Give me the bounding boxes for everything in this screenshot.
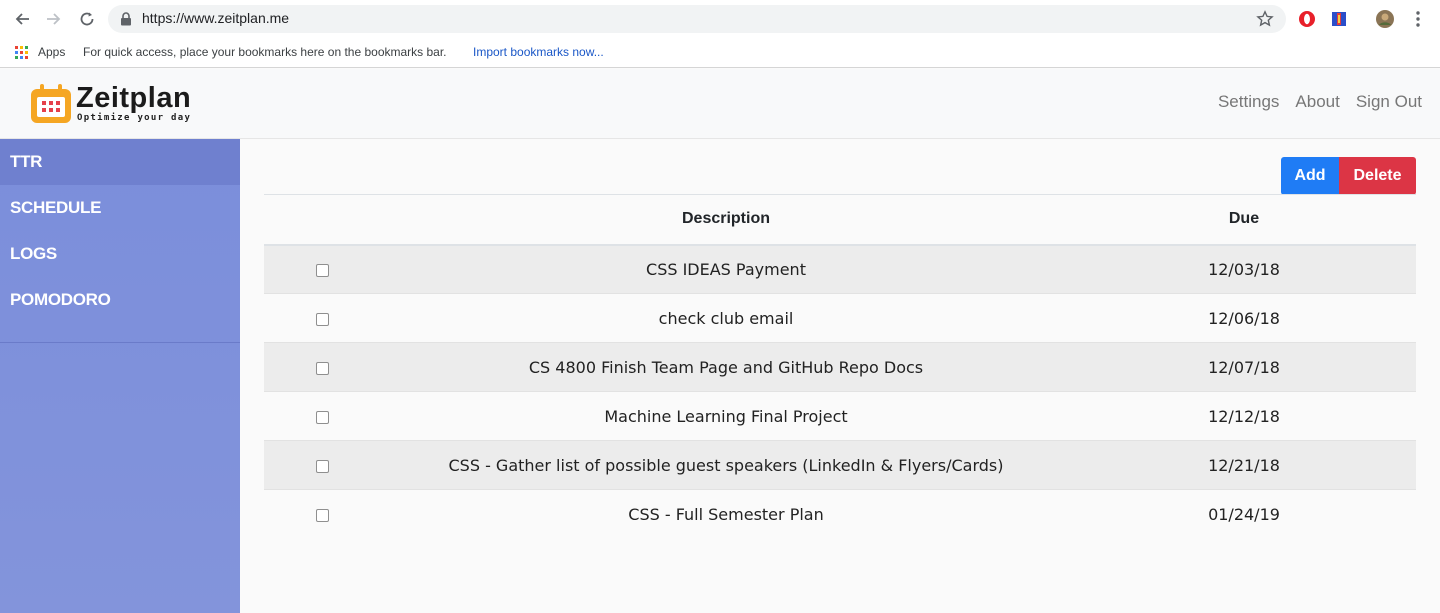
- row-checkbox[interactable]: [315, 361, 329, 375]
- table-row[interactable]: CSS - Gather list of possible guest spea…: [264, 440, 1416, 490]
- row-select-cell: [264, 440, 380, 490]
- row-select-cell: [264, 342, 380, 392]
- forward-arrow-icon[interactable]: [43, 8, 65, 30]
- table-row[interactable]: Machine Learning Final Project 12/12/18: [264, 391, 1416, 441]
- import-bookmarks-link[interactable]: Import bookmarks now...: [473, 45, 604, 59]
- tasks-table: Description Due CSS IDEAS Payment 12/03/…: [264, 194, 1416, 539]
- apps-grid-icon[interactable]: [15, 46, 29, 60]
- row-description: CSS - Full Semester Plan: [380, 489, 1072, 539]
- row-description: CSS - Gather list of possible guest spea…: [380, 440, 1072, 490]
- row-due: 01/24/19: [1072, 489, 1416, 539]
- row-checkbox[interactable]: [315, 508, 329, 522]
- main-content: Add Delete Description Due CSS IDEAS Pay…: [240, 139, 1440, 613]
- header-select: [264, 194, 380, 246]
- sidebar-item-logs[interactable]: LOGS: [0, 231, 240, 277]
- row-due: 12/12/18: [1072, 391, 1416, 441]
- row-description: check club email: [380, 293, 1072, 343]
- opera-extension-icon[interactable]: [1297, 9, 1317, 29]
- row-select-cell: [264, 489, 380, 539]
- extension-icon[interactable]: [1329, 9, 1349, 29]
- calendar-logo-icon[interactable]: [29, 83, 73, 125]
- bookmarks-hint: For quick access, place your bookmarks h…: [83, 45, 447, 59]
- row-select-cell: [264, 391, 380, 441]
- sidebar-item-pomodoro[interactable]: POMODORO: [0, 277, 240, 323]
- menu-dots-icon[interactable]: [1408, 9, 1428, 29]
- header-description[interactable]: Description: [380, 194, 1072, 246]
- row-checkbox[interactable]: [315, 263, 329, 277]
- row-description: CS 4800 Finish Team Page and GitHub Repo…: [380, 342, 1072, 392]
- address-bar[interactable]: https://www.zeitplan.me: [108, 5, 1286, 33]
- row-select-cell: [264, 293, 380, 343]
- bookmark-star-icon[interactable]: [1256, 10, 1274, 28]
- header-due[interactable]: Due: [1072, 194, 1416, 246]
- sidebar-item-ttr[interactable]: TTR: [0, 139, 240, 185]
- row-select-cell: [264, 244, 380, 294]
- nav-sign-out-link[interactable]: Sign Out: [1356, 92, 1422, 112]
- add-button[interactable]: Add: [1281, 157, 1339, 195]
- row-due: 12/06/18: [1072, 293, 1416, 343]
- sidebar-divider: [0, 342, 240, 343]
- apps-label[interactable]: Apps: [38, 45, 65, 59]
- row-description: CSS IDEAS Payment: [380, 244, 1072, 294]
- table-row[interactable]: CSS - Full Semester Plan 01/24/19: [264, 489, 1416, 539]
- app-header: Zeitplan Optimize your day Settings Abou…: [0, 69, 1440, 139]
- back-arrow-icon[interactable]: [11, 8, 33, 30]
- table-row[interactable]: CS 4800 Finish Team Page and GitHub Repo…: [264, 342, 1416, 392]
- nav-settings-link[interactable]: Settings: [1218, 92, 1279, 112]
- url-text[interactable]: https://www.zeitplan.me: [142, 10, 289, 26]
- row-due: 12/21/18: [1072, 440, 1416, 490]
- table-row[interactable]: CSS IDEAS Payment 12/03/18: [264, 244, 1416, 294]
- row-description: Machine Learning Final Project: [380, 391, 1072, 441]
- row-checkbox[interactable]: [315, 459, 329, 473]
- lock-icon: [121, 12, 131, 26]
- sidebar: TTR SCHEDULE LOGS POMODORO: [0, 139, 240, 613]
- row-checkbox[interactable]: [315, 312, 329, 326]
- bookmarks-bar: Apps For quick access, place your bookma…: [0, 38, 1440, 68]
- top-nav: Settings About Sign Out: [1218, 92, 1422, 112]
- row-checkbox[interactable]: [315, 410, 329, 424]
- delete-button[interactable]: Delete: [1339, 157, 1416, 195]
- row-due: 12/03/18: [1072, 244, 1416, 294]
- logo-tagline: Optimize your day: [77, 113, 192, 123]
- table-header-row: Description Due: [264, 194, 1416, 246]
- row-due: 12/07/18: [1072, 342, 1416, 392]
- browser-toolbar: https://www.zeitplan.me: [0, 0, 1440, 38]
- sidebar-item-schedule[interactable]: SCHEDULE: [0, 185, 240, 231]
- nav-about-link[interactable]: About: [1295, 92, 1339, 112]
- logo-title[interactable]: Zeitplan: [76, 82, 191, 115]
- reload-icon[interactable]: [76, 8, 98, 30]
- profile-avatar-icon[interactable]: [1375, 9, 1395, 29]
- table-row[interactable]: check club email 12/06/18: [264, 293, 1416, 343]
